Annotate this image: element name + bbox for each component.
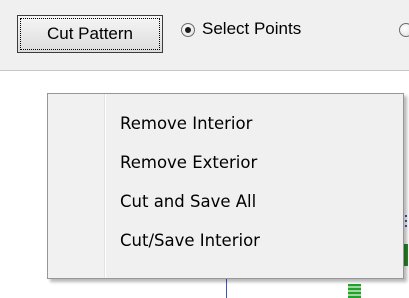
menu-item-remove-interior[interactable]: Remove Interior bbox=[50, 103, 401, 143]
select-points-radio-icon[interactable] bbox=[181, 23, 195, 37]
plot-blue-dots bbox=[405, 215, 407, 227]
application-window: Cut Pattern Select Points Remove Interio… bbox=[0, 0, 409, 298]
menu-item-cut-save-interior[interactable]: Cut/Save Interior bbox=[50, 220, 401, 260]
plot-green-marker bbox=[348, 284, 361, 298]
plot-green-edge bbox=[404, 244, 408, 266]
menu-item-cut-and-save-all[interactable]: Cut and Save All bbox=[50, 181, 401, 221]
context-menu: Remove Interior Remove Exterior Cut and … bbox=[47, 93, 404, 279]
cut-pattern-button[interactable]: Cut Pattern bbox=[17, 15, 163, 53]
menu-item-remove-exterior[interactable]: Remove Exterior bbox=[50, 142, 401, 182]
toolbar: Cut Pattern Select Points bbox=[0, 0, 409, 71]
select-points-label[interactable]: Select Points bbox=[202, 19, 301, 39]
next-option-radio-icon[interactable] bbox=[399, 23, 409, 37]
cut-pattern-button-label: Cut Pattern bbox=[20, 18, 160, 50]
